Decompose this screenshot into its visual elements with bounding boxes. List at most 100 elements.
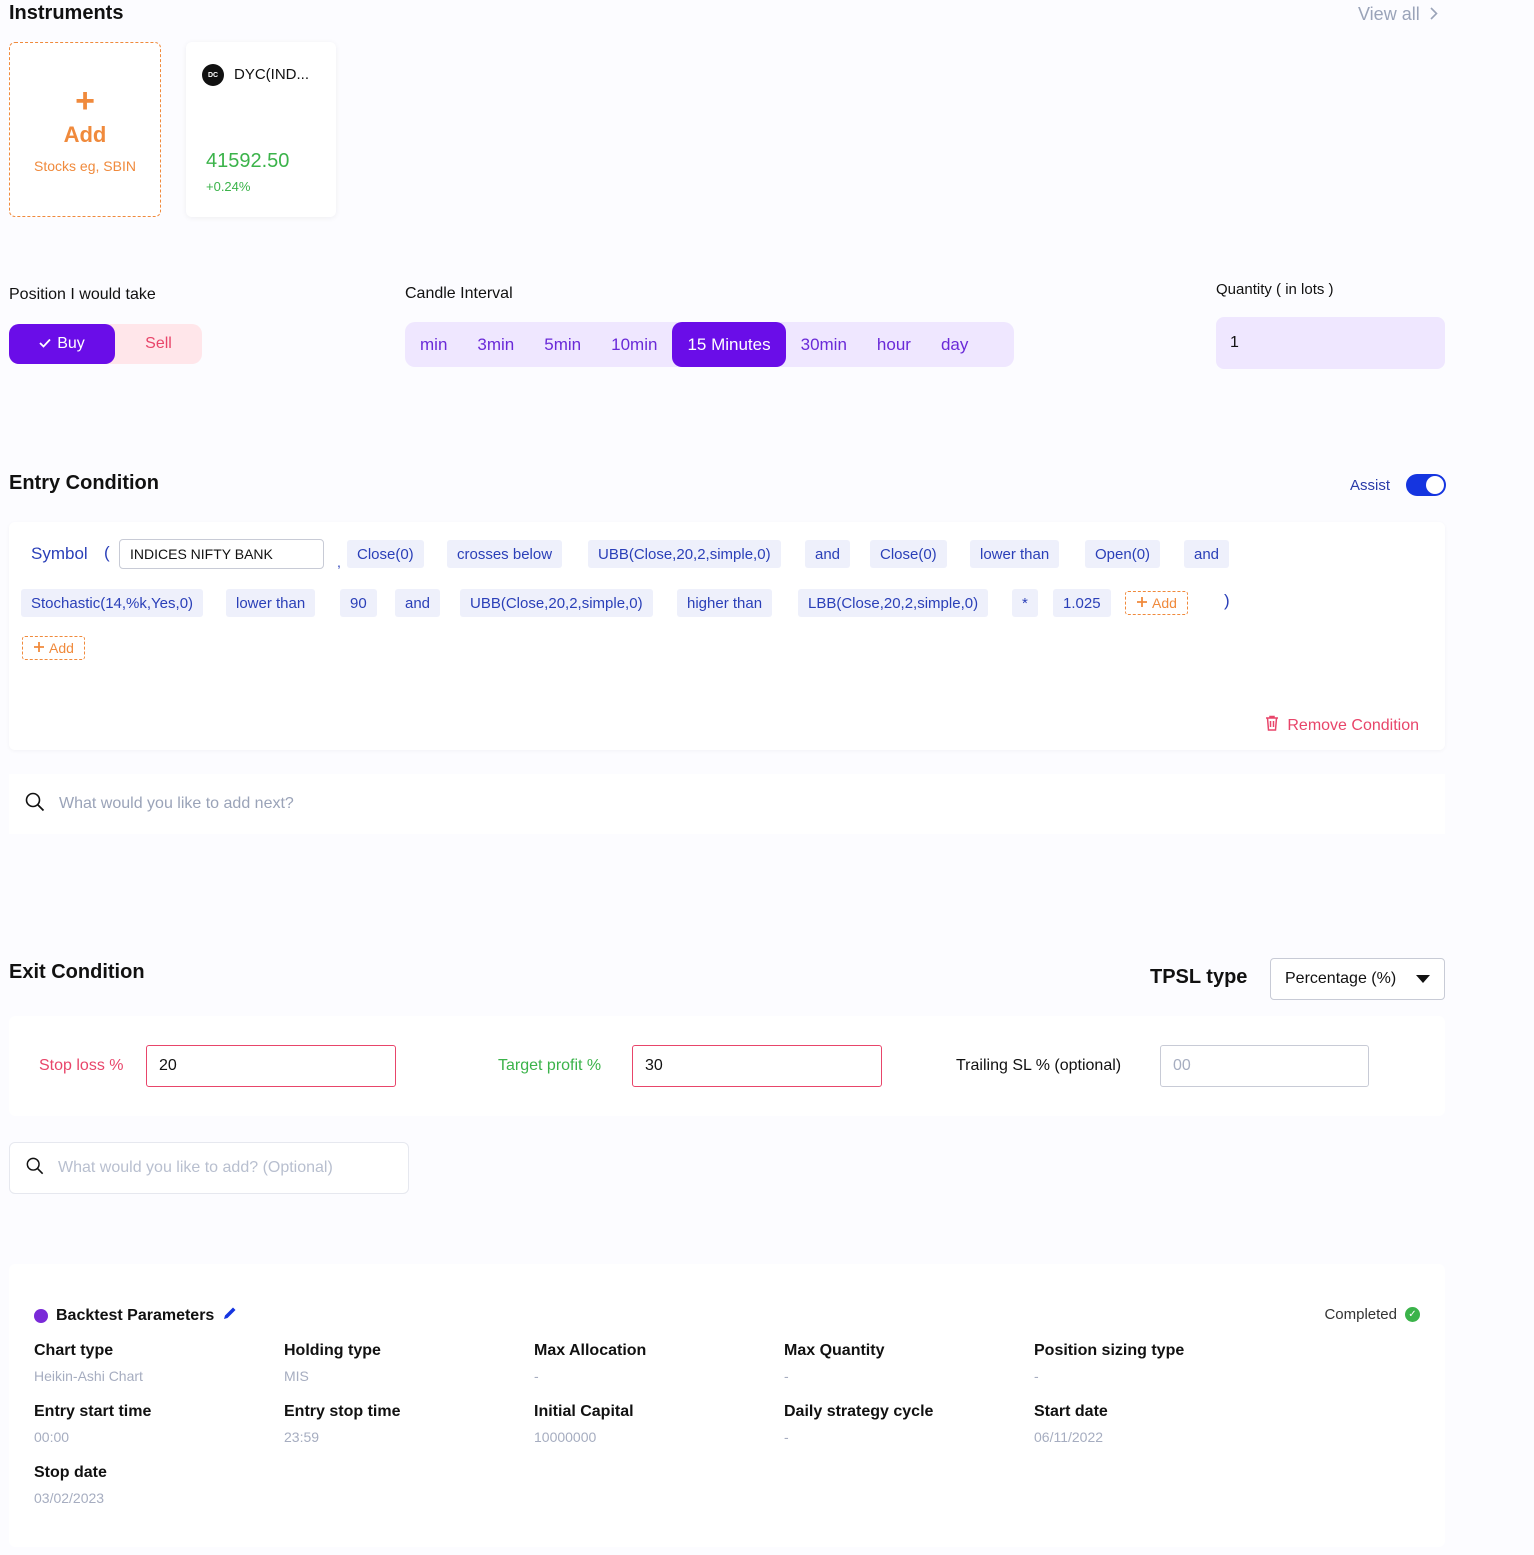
comma-separator: , xyxy=(337,554,341,570)
interval-option[interactable]: 5min xyxy=(529,322,596,367)
symbol-label: Symbol xyxy=(31,544,88,563)
entry-search-bar[interactable]: What would you like to add next? xyxy=(9,774,1445,834)
target-profit-label: Target profit % xyxy=(498,1057,602,1074)
condition-chip[interactable]: 90 xyxy=(340,589,377,617)
instrument-logo-icon: DC xyxy=(202,64,224,86)
sell-button[interactable]: Sell xyxy=(115,324,202,364)
search-icon xyxy=(26,1157,44,1180)
position-toggle: Buy Sell xyxy=(9,324,202,364)
interval-option[interactable]: min xyxy=(405,322,462,367)
entry-condition-title: Entry Condition xyxy=(9,472,159,494)
exit-condition-panel: Stop loss % 20 Target profit % 30 Traili… xyxy=(9,1016,1445,1116)
tpsl-type-select[interactable]: Percentage (%) xyxy=(1270,958,1445,1000)
view-all-label: View all xyxy=(1358,4,1420,24)
entry-search-input[interactable]: What would you like to add next? xyxy=(59,795,294,813)
stop-loss-input[interactable]: 20 xyxy=(146,1045,396,1087)
buy-label: Buy xyxy=(57,335,85,352)
interval-option[interactable]: hour xyxy=(862,322,926,367)
instrument-card[interactable]: DC DYC(IND... 41592.50 +0.24% xyxy=(186,42,336,217)
view-all-link[interactable]: View all xyxy=(1358,4,1438,25)
instrument-change: +0.24% xyxy=(206,179,251,194)
instrument-name: DYC(IND... xyxy=(234,66,309,83)
condition-chip[interactable]: LBB(Close,20,2,simple,0) xyxy=(798,589,989,617)
condition-chip[interactable]: * xyxy=(1012,589,1038,617)
check-circle-icon: ✓ xyxy=(1405,1307,1420,1322)
condition-chip[interactable]: lower than xyxy=(226,589,316,617)
assist-toggle[interactable] xyxy=(1406,474,1447,496)
condition-chip[interactable]: higher than xyxy=(677,589,773,617)
condition-chip[interactable]: crosses below xyxy=(447,540,563,568)
add-instrument-card[interactable]: + Add Stocks eg, SBIN xyxy=(9,42,161,217)
backtest-status: Completed ✓ xyxy=(1324,1306,1420,1323)
trash-icon xyxy=(1265,715,1279,736)
search-icon xyxy=(25,792,45,817)
add-condition-button[interactable]: Add xyxy=(22,636,85,660)
backtest-badge-icon xyxy=(34,1308,48,1323)
quantity-label: Quantity ( in lots ) xyxy=(1216,281,1334,298)
condition-chip[interactable]: Close(0) xyxy=(870,540,947,568)
param-stop-date: Stop date 03/02/2023 xyxy=(34,1464,107,1506)
backtest-header: Backtest Parameters xyxy=(34,1305,238,1326)
pencil-icon[interactable] xyxy=(222,1305,238,1326)
backtest-title: Backtest Parameters xyxy=(56,1306,215,1324)
candle-interval-selector: min 3min 5min 10min 15 Minutes 30min hou… xyxy=(405,322,1014,367)
close-paren: ) xyxy=(1224,591,1230,610)
exit-search-bar[interactable]: What would you like to add? (Optional) xyxy=(9,1142,409,1194)
condition-chip[interactable]: lower than xyxy=(970,540,1060,568)
condition-chip[interactable]: and xyxy=(395,589,441,617)
condition-chip[interactable]: Open(0) xyxy=(1085,540,1161,568)
remove-condition-label: Remove Condition xyxy=(1287,716,1419,734)
instruments-title: Instruments xyxy=(9,2,124,24)
entry-condition-panel: Symbol ( INDICES NIFTY BANK , Close(0) c… xyxy=(9,522,1445,750)
add-instrument-label: Add xyxy=(63,121,107,147)
exit-condition-title: Exit Condition xyxy=(9,961,145,983)
param-start-date: Start date 06/11/2022 xyxy=(1034,1403,1108,1445)
target-profit-input[interactable]: 30 xyxy=(632,1045,882,1087)
param-entry-stop: Entry stop time 23:59 xyxy=(284,1403,401,1445)
exit-search-input[interactable]: What would you like to add? (Optional) xyxy=(58,1159,333,1177)
plus-icon: + xyxy=(75,81,95,120)
param-initial-capital: Initial Capital 10000000 xyxy=(534,1403,634,1445)
condition-chip[interactable]: and xyxy=(1184,540,1230,568)
assist-label: Assist xyxy=(1350,476,1391,494)
condition-chip[interactable]: Stochastic(14,%k,Yes,0) xyxy=(21,589,204,617)
candle-interval-label: Candle Interval xyxy=(405,285,513,302)
tpsl-type-label: TPSL type xyxy=(1150,966,1248,988)
open-paren: ( xyxy=(104,543,110,562)
param-holding-type: Holding type MIS xyxy=(284,1342,381,1384)
interval-option[interactable]: day xyxy=(926,322,983,367)
symbol-input[interactable]: INDICES NIFTY BANK xyxy=(119,539,324,569)
tpsl-type-value: Percentage (%) xyxy=(1285,970,1397,987)
toggle-knob xyxy=(1426,476,1445,494)
add-inline-label: Add xyxy=(1152,595,1177,611)
interval-option[interactable]: 3min xyxy=(462,322,529,367)
chevron-right-icon xyxy=(1430,4,1438,25)
param-entry-start: Entry start time 00:00 xyxy=(34,1403,152,1445)
stop-loss-label: Stop loss % xyxy=(39,1057,124,1074)
interval-option[interactable]: 30min xyxy=(786,322,862,367)
condition-chip[interactable]: UBB(Close,20,2,simple,0) xyxy=(588,540,781,568)
add-condition-label: Add xyxy=(49,640,74,656)
backtest-panel: Backtest Parameters Completed ✓ Chart ty… xyxy=(9,1264,1445,1547)
remove-condition-button[interactable]: Remove Condition xyxy=(1265,715,1419,736)
buy-button[interactable]: Buy xyxy=(9,324,115,364)
check-icon xyxy=(39,335,51,353)
trailing-sl-input[interactable]: 00 xyxy=(1160,1045,1369,1087)
condition-chip[interactable]: and xyxy=(805,540,851,568)
position-label: Position I would take xyxy=(9,286,156,303)
condition-chip[interactable]: UBB(Close,20,2,simple,0) xyxy=(460,589,653,617)
param-chart-type: Chart type Heikin-Ashi Chart xyxy=(34,1342,143,1384)
interval-option-selected[interactable]: 15 Minutes xyxy=(672,322,786,367)
param-position-sizing: Position sizing type - xyxy=(1034,1342,1185,1384)
condition-chip[interactable]: 1.025 xyxy=(1053,589,1111,617)
condition-chip[interactable]: Close(0) xyxy=(347,540,424,568)
add-inline-button[interactable]: Add xyxy=(1125,591,1188,615)
interval-option[interactable]: 10min xyxy=(596,322,672,367)
plus-icon xyxy=(1136,595,1148,611)
quantity-input[interactable]: 1 xyxy=(1216,317,1445,369)
instrument-price: 41592.50 xyxy=(206,150,290,172)
caret-down-icon xyxy=(1416,970,1430,988)
trailing-sl-label: Trailing SL % (optional) xyxy=(956,1057,1122,1074)
assist-control: Assist xyxy=(1350,474,1447,496)
backtest-status-label: Completed xyxy=(1324,1306,1397,1323)
